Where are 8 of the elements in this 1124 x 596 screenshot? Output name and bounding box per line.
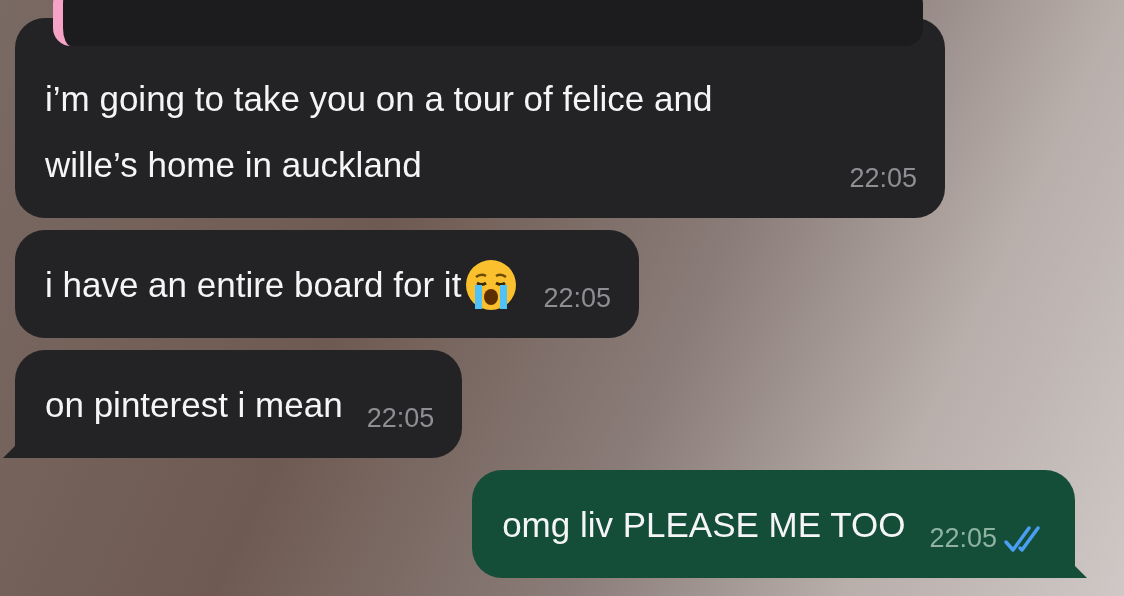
message-text: i have an entire board for it [45,264,462,306]
message-time: 22:05 [929,523,997,554]
message-text: i’m going to take you on a tour of felice and wille’s home in auckland [45,78,714,186]
message-time: 22:05 [543,283,611,314]
message-text: on pinterest i mean [45,384,343,426]
message-text: omg liv PLEASE ME TOO [502,504,906,546]
message-time: 22:05 [849,163,917,194]
message-time: 22:05 [366,403,435,434]
